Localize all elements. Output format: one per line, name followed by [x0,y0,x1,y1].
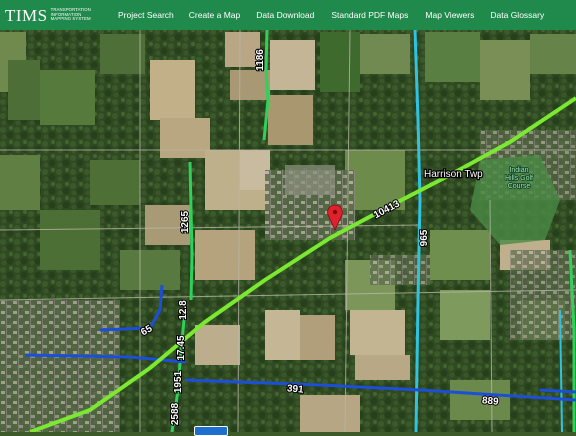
nav-create-a-map[interactable]: Create a Map [189,10,241,20]
route-label-965: 965 [419,229,430,246]
route-label-1745: 17.45 [176,335,187,360]
route-label-1265: 1265 [180,210,191,233]
logo-subtitle: TRANSPORTATION INFORMATION MAPPING SYSTE… [50,7,91,22]
map-viewport[interactable]: 1186 1265 12.8 65 17.45 1951 2588 391 88… [0,30,576,432]
place-label-harrison-twp: Harrison Twp [424,169,483,180]
nav-data-glossary[interactable]: Data Glossary [490,10,544,20]
nav-standard-pdf-maps[interactable]: Standard PDF Maps [331,10,408,20]
satellite-map[interactable]: 1186 1265 12.8 65 17.45 1951 2588 391 88… [0,30,576,432]
tims-logo[interactable]: TIMS TRANSPORTATION INFORMATION MAPPING … [0,0,112,30]
nav-data-download[interactable]: Data Download [256,10,314,20]
main-nav: Project Search Create a Map Data Downloa… [112,0,544,30]
route-label-1951: 1951 [173,370,184,393]
nav-project-search[interactable]: Project Search [118,10,174,20]
nav-map-viewers[interactable]: Map Viewers [425,10,474,20]
route-889-line[interactable] [539,388,576,394]
route-label-391: 391 [286,383,304,395]
poi-label-line: Hills Golf [505,175,533,182]
poi-label-line: Indian [509,167,528,174]
route-label-12-8: 12.8 [178,300,189,320]
logo-text: TIMS [5,5,48,25]
top-nav-bar: TIMS TRANSPORTATION INFORMATION MAPPING … [0,0,576,30]
route-label-2588: 2588 [170,402,181,425]
logo-sub-line: MAPPING SYSTEM [50,16,91,22]
poi-label-line: Course [508,183,531,190]
route-label-889: 889 [481,395,499,407]
map-control-button[interactable] [194,426,228,436]
route-label-1186: 1186 [255,49,266,71]
